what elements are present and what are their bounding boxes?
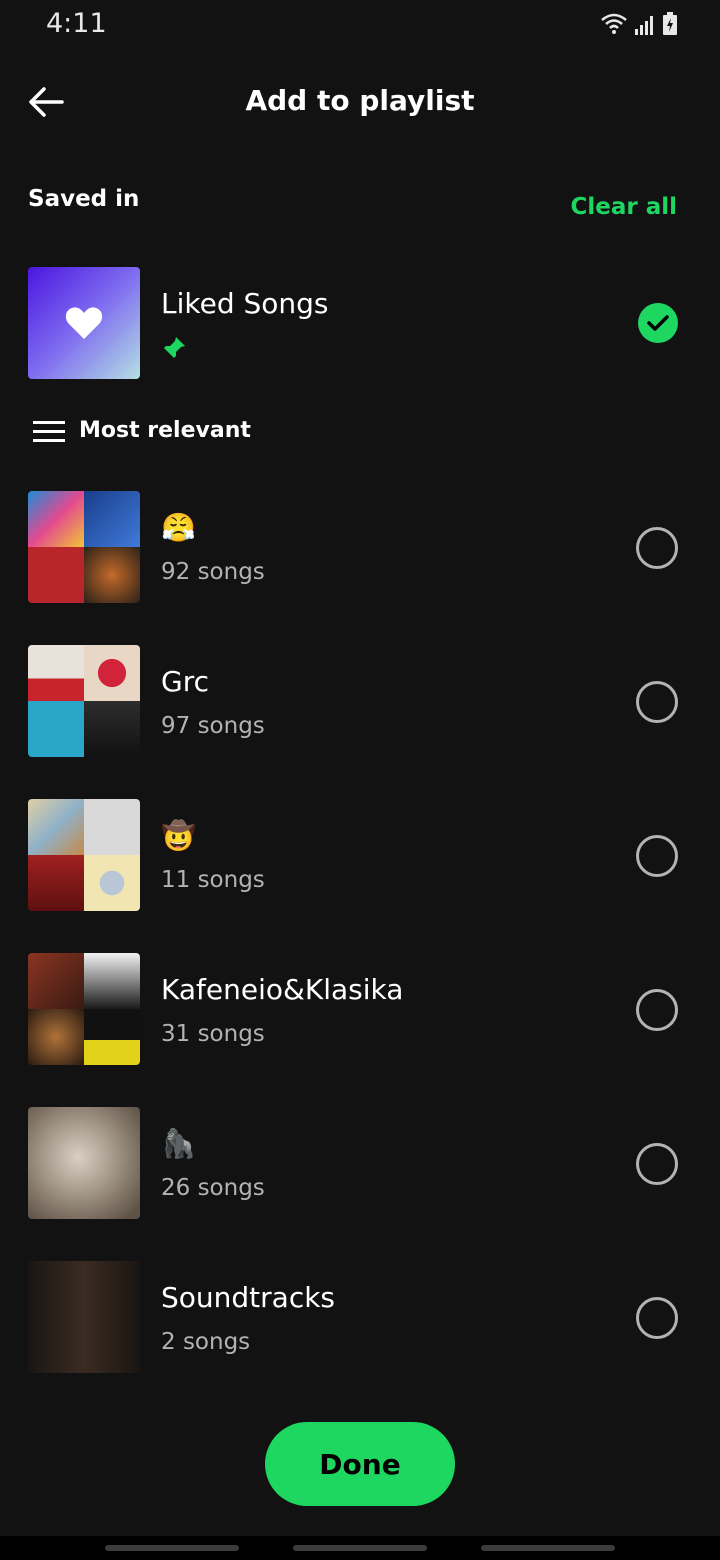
playlist-artwork [28,491,140,603]
add-to-playlist-screen: 4:11 Add to playlist Saved in Clear all [0,0,720,1560]
artwork-tile [28,799,84,855]
playlist-song-count: 2 songs [161,1329,251,1355]
sort-label: Most relevant [79,418,251,443]
artwork-tile [28,491,84,547]
playlist-name: 🤠 [161,819,196,852]
playlist-row[interactable]: Kafeneio&Klasika 31 songs [28,953,692,1065]
liked-songs-row[interactable]: Liked Songs [28,267,692,379]
artwork-tile [28,645,84,701]
sort-button[interactable]: Most relevant [33,418,251,443]
playlist-select-radio[interactable] [636,1143,678,1185]
nav-back-button[interactable] [481,1545,615,1551]
playlist-artwork [28,645,140,757]
sort-list-icon [33,420,65,442]
playlist-select-radio[interactable] [636,989,678,1031]
playlist-name: Kafeneio&Klasika [161,973,404,1006]
heart-icon [65,307,103,339]
liked-songs-name: Liked Songs [161,287,329,320]
playlist-song-count: 92 songs [161,559,265,585]
playlist-row[interactable]: 🤠 11 songs [28,799,692,911]
artwork-tile [84,855,140,911]
done-button[interactable]: Done [265,1422,455,1506]
nav-home-button[interactable] [293,1545,427,1551]
playlist-row[interactable]: Grc 97 songs [28,645,692,757]
liked-songs-selected-checkbox[interactable] [638,303,678,343]
playlist-name: 😤 [161,511,196,544]
playlist-artwork [28,1107,140,1219]
artwork-tile [28,953,84,1009]
playlist-song-count: 31 songs [161,1021,265,1047]
wifi-icon [601,13,627,34]
playlist-artwork [28,953,140,1065]
signal-icon [635,16,653,35]
liked-songs-artwork [28,267,140,379]
playlist-name: 🦍 [161,1127,196,1160]
artwork-tile [84,701,140,757]
artwork-tile [28,701,84,757]
artwork-tile [84,1009,140,1065]
pin-icon [164,337,185,358]
playlist-row[interactable]: Soundtracks 2 songs [28,1261,692,1373]
playlist-row[interactable]: 🦍 26 songs [28,1107,692,1219]
artwork-tile [84,491,140,547]
artwork-tile [84,799,140,855]
playlist-row[interactable]: 😤 92 songs [28,491,692,603]
clear-all-button[interactable]: Clear all [570,194,677,220]
playlist-select-radio[interactable] [636,835,678,877]
artwork-tile [84,547,140,603]
nav-recents-button[interactable] [105,1545,239,1551]
playlist-artwork [28,1261,140,1373]
playlist-song-count: 11 songs [161,867,265,893]
playlist-select-radio[interactable] [636,527,678,569]
artwork-tile [28,1009,84,1065]
artwork-tile [84,953,140,1009]
artwork-tile [28,855,84,911]
battery-icon [663,12,677,35]
saved-in-label: Saved in [28,186,140,212]
playlist-song-count: 97 songs [161,713,265,739]
page-title: Add to playlist [245,84,475,117]
status-time: 4:11 [46,8,107,39]
playlist-name: Grc [161,665,209,698]
playlist-artwork [28,799,140,911]
playlist-song-count: 26 songs [161,1175,265,1201]
playlist-select-radio[interactable] [636,1297,678,1339]
artwork-tile [28,547,84,603]
playlist-name: Soundtracks [161,1281,336,1314]
playlist-select-radio[interactable] [636,681,678,723]
artwork-tile [84,645,140,701]
checkmark-icon [647,315,669,331]
status-icons [600,12,678,36]
